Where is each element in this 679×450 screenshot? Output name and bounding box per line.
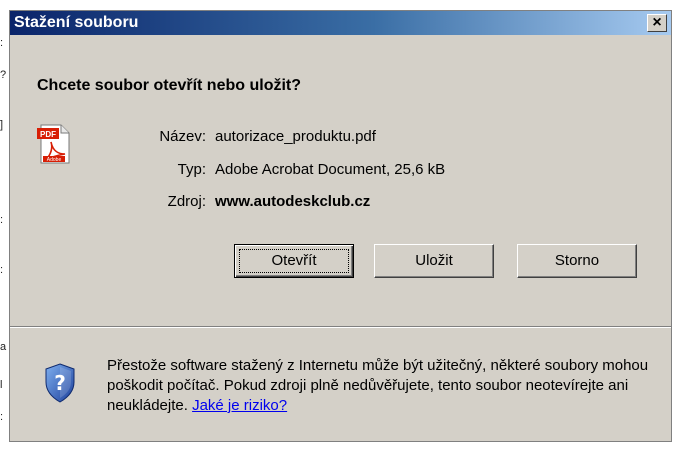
edge-glyph: : <box>0 411 4 423</box>
security-warning: Přestože software stažený z Internetu mů… <box>107 356 667 416</box>
file-name-value: autorizace_produktu.pdf <box>215 128 376 145</box>
file-source-row: Zdroj: www.autodeskclub.cz <box>10 193 671 213</box>
svg-text:?: ? <box>54 371 66 395</box>
risk-link[interactable]: Jaké je riziko? <box>192 397 287 414</box>
edge-glyph: : <box>0 264 4 276</box>
warning-text: Přestože software stažený z Internetu mů… <box>107 357 649 414</box>
dialog-title: Stažení souboru <box>14 14 139 31</box>
file-source-label: Zdroj: <box>167 193 206 210</box>
dialog-question: Chcete soubor otevřít nebo uložit? <box>37 77 302 94</box>
open-button[interactable]: Otevřít <box>234 244 354 278</box>
file-source-value: www.autodeskclub.cz <box>215 193 371 210</box>
file-download-dialog: Stažení souboru × Chcete soubor otevřít … <box>9 10 672 442</box>
edge-glyph: : <box>0 37 4 49</box>
file-name-row: Název: autorizace_produktu.pdf <box>10 128 671 148</box>
edge-glyph: l <box>0 379 3 391</box>
cancel-button-label: Storno <box>554 252 600 269</box>
save-button[interactable]: Uložit <box>374 244 494 278</box>
separator <box>10 326 671 328</box>
shield-question-icon: ? <box>45 363 75 403</box>
file-name-label: Název: <box>159 128 206 145</box>
edge-glyph: ? <box>0 69 7 81</box>
file-type-value: Adobe Acrobat Document, 25,6 kB <box>215 161 446 178</box>
close-button[interactable]: × <box>647 14 667 32</box>
cancel-button[interactable]: Storno <box>517 244 637 278</box>
save-button-label: Uložit <box>415 252 453 269</box>
file-type-row: Typ: Adobe Acrobat Document, 25,6 kB <box>10 161 671 181</box>
edge-glyph: a <box>0 341 7 353</box>
focus-rect <box>239 249 349 273</box>
edge-glyph: : <box>0 214 4 226</box>
edge-glyph: ] <box>0 119 4 131</box>
title-bar[interactable]: Stažení souboru × <box>10 11 671 35</box>
file-type-label: Typ: <box>177 161 206 178</box>
